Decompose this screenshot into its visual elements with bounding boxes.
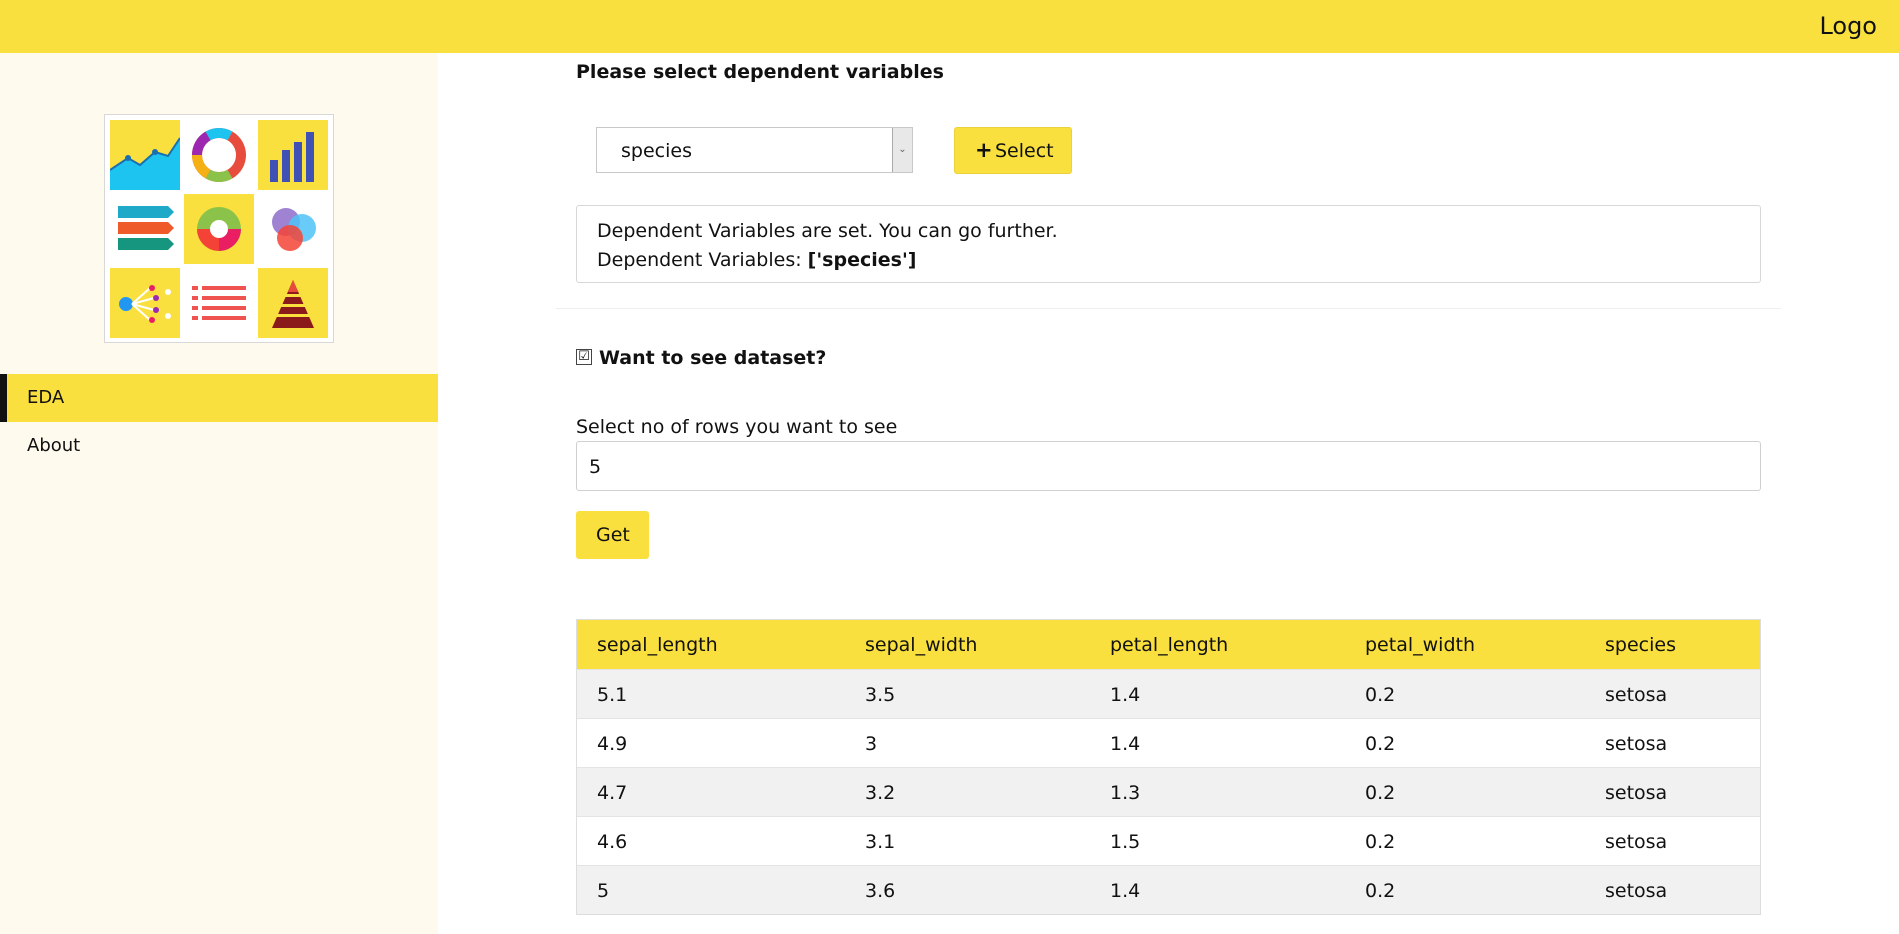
- status-message: Dependent Variables are set. You can go …: [597, 220, 1058, 242]
- show-dataset-checkbox[interactable]: ☑: [576, 349, 592, 365]
- table-cell: 0.2: [1365, 733, 1396, 755]
- get-button[interactable]: Get: [576, 511, 649, 559]
- plus-icon: +: [975, 138, 993, 162]
- area-chart-icon: [109, 120, 181, 190]
- table-cell: setosa: [1605, 684, 1668, 706]
- table-cell: 0.2: [1365, 684, 1396, 706]
- column-header: sepal_width: [865, 634, 978, 656]
- sidebar-item-label: About: [27, 435, 81, 456]
- status-message-box: Dependent Variables are set. You can go …: [576, 205, 1761, 283]
- show-dataset-label: Want to see dataset?: [599, 347, 827, 369]
- rows-count-label: Select no of rows you want to see: [576, 416, 898, 438]
- rows-count-input[interactable]: 5: [576, 441, 1761, 491]
- table-cell: 0.2: [1365, 831, 1396, 853]
- dependent-variable-select[interactable]: species ⌄: [596, 127, 913, 173]
- table-header-row: sepal_length sepal_width petal_length pe…: [577, 620, 1760, 669]
- column-header: species: [1605, 634, 1676, 656]
- dependent-variables-line: Dependent Variables: ['species']: [597, 249, 916, 271]
- dependent-variables-prefix: Dependent Variables:: [597, 249, 802, 271]
- table-cell: 1.4: [1110, 684, 1141, 706]
- page-heading: Please select dependent variables: [576, 61, 944, 83]
- select-value: species: [621, 140, 692, 162]
- sidebar: EDA About: [0, 53, 438, 934]
- table-cell: setosa: [1605, 733, 1668, 755]
- table-row: 5 3.6 1.4 0.2 setosa: [577, 865, 1760, 914]
- sidebar-item-label: EDA: [27, 387, 65, 408]
- eda-illustration: [104, 114, 334, 343]
- select-button-label: Select: [995, 140, 1054, 162]
- table-row: 4.9 3 1.4 0.2 setosa: [577, 718, 1760, 767]
- dataset-table: sepal_length sepal_width petal_length pe…: [576, 619, 1761, 915]
- table-cell: 5: [597, 880, 610, 902]
- ring-diagram-icon: [184, 120, 254, 190]
- table-cell: 3.2: [865, 782, 896, 804]
- table-cell: 0.2: [1365, 782, 1396, 804]
- table-cell: 3.1: [865, 831, 896, 853]
- select-button[interactable]: + Select: [954, 127, 1072, 174]
- table-cell: setosa: [1605, 880, 1668, 902]
- table-cell: setosa: [1605, 831, 1668, 853]
- network-diagram-icon: [110, 268, 180, 338]
- sidebar-item-eda[interactable]: EDA: [0, 374, 438, 422]
- column-header: sepal_length: [597, 634, 718, 656]
- section-divider: [556, 308, 1781, 309]
- venn-diagram-icon: [258, 194, 328, 264]
- table-cell: 0.2: [1365, 880, 1396, 902]
- bar-chart-icon: [258, 120, 328, 190]
- process-steps-icon: [110, 194, 180, 264]
- rows-count-value: 5: [589, 456, 602, 478]
- table-cell: 4.7: [597, 782, 628, 804]
- table-cell: 3.6: [865, 880, 896, 902]
- table-cell: setosa: [1605, 782, 1668, 804]
- table-cell: 1.3: [1110, 782, 1141, 804]
- donut-chart-icon: [184, 194, 254, 264]
- pyramid-chart-icon: [258, 268, 328, 338]
- sidebar-item-about[interactable]: About: [0, 422, 438, 470]
- column-header: petal_length: [1110, 634, 1229, 656]
- table-cell: 3: [865, 733, 878, 755]
- table-cell: 1.4: [1110, 733, 1141, 755]
- table-row: 4.6 3.1 1.5 0.2 setosa: [577, 816, 1760, 865]
- table-row: 4.7 3.2 1.3 0.2 setosa: [577, 767, 1760, 816]
- table-row: 5.1 3.5 1.4 0.2 setosa: [577, 669, 1760, 718]
- dependent-variables-value: ['species']: [807, 249, 917, 271]
- get-button-label: Get: [596, 524, 630, 546]
- chevron-down-icon[interactable]: ⌄: [892, 128, 912, 172]
- logo-text[interactable]: Logo: [1819, 12, 1877, 40]
- column-header: petal_width: [1365, 634, 1475, 656]
- table-cell: 4.9: [597, 733, 628, 755]
- table-cell: 3.5: [865, 684, 896, 706]
- top-bar: Logo: [0, 0, 1899, 53]
- list-lines-icon: [184, 268, 254, 338]
- table-cell: 1.5: [1110, 831, 1141, 853]
- table-cell: 1.4: [1110, 880, 1141, 902]
- table-cell: 5.1: [597, 684, 628, 706]
- table-cell: 4.6: [597, 831, 628, 853]
